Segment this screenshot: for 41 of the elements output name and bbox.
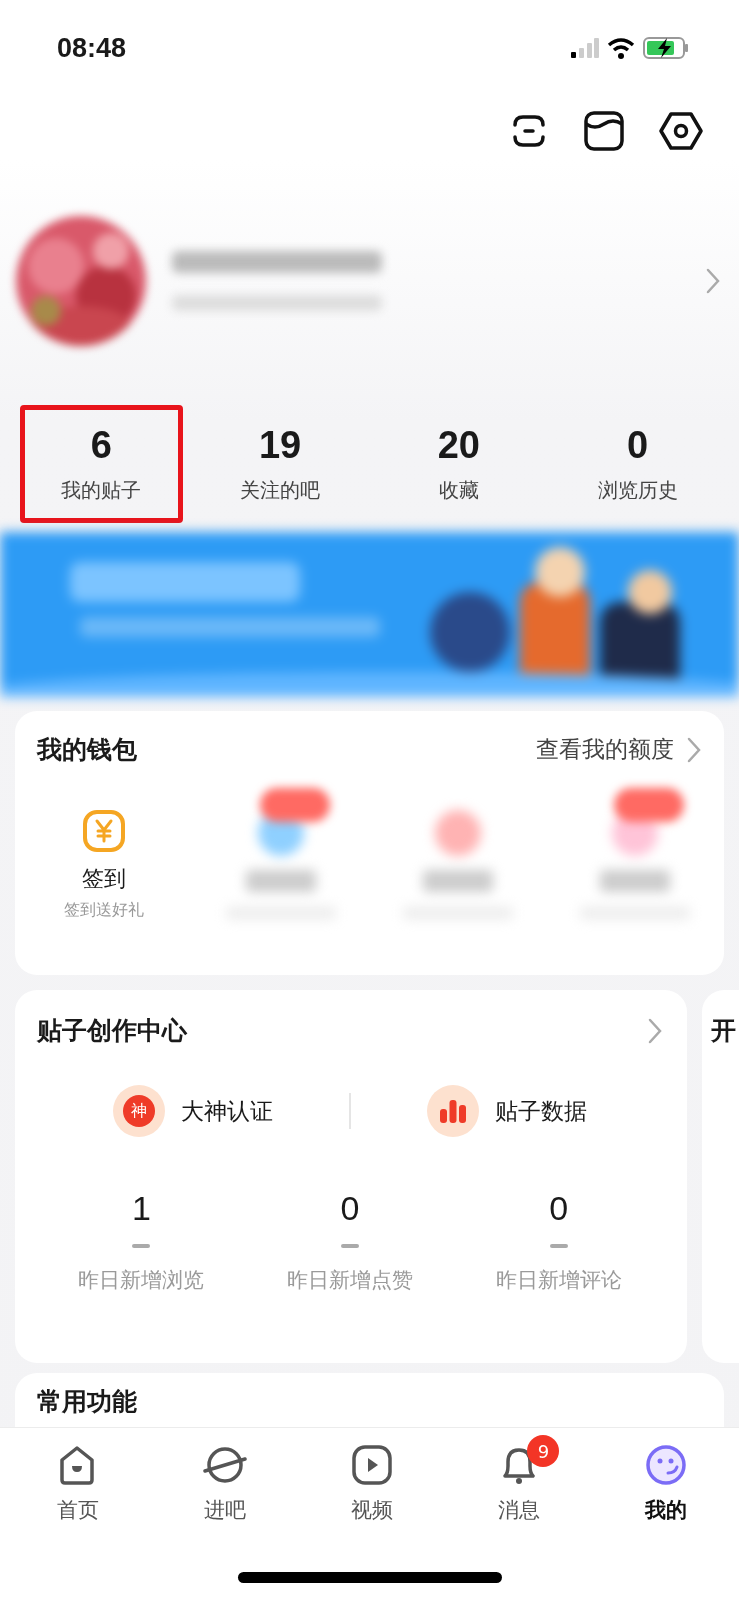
stat-label[interactable]: 浏览历史 [597, 477, 678, 504]
checkin-label[interactable]: 签到 [81, 864, 126, 894]
status-time: 08:48 [57, 32, 127, 64]
signal-icon [571, 38, 599, 58]
metric-value: 0 [549, 1189, 569, 1228]
smiley-icon [643, 1444, 688, 1486]
metric-label: 昨日新增评论 [495, 1267, 622, 1294]
metric-label: 昨日新增浏览 [78, 1267, 205, 1294]
shortcut-label[interactable]: 大神认证 [181, 1095, 273, 1127]
tab-item[interactable]: 视频 [298, 1428, 446, 1600]
stat-label[interactable]: 我的贴子 [61, 477, 142, 504]
tab-item[interactable]: 进吧 [151, 1428, 299, 1600]
card-title: 开 [711, 1016, 736, 1045]
card-title: 常用功能 [37, 1387, 137, 1416]
metric-value: 0 [340, 1189, 360, 1228]
bar-chart-icon [439, 1099, 467, 1123]
metric-value: 1 [131, 1189, 151, 1228]
yuan-icon [82, 810, 125, 852]
play-icon [350, 1444, 394, 1486]
notification-badge: 9 [527, 1435, 560, 1467]
battery-icon [643, 36, 689, 60]
box-icon[interactable] [583, 110, 625, 152]
tab-item[interactable]: 首页 [5, 1428, 152, 1600]
stat-count: 6 [90, 424, 112, 467]
settings-icon[interactable] [659, 111, 703, 151]
wifi-icon [607, 37, 635, 59]
stat-count: 0 [627, 424, 649, 467]
metric-label: 昨日新增点赞 [287, 1267, 413, 1294]
chevron-right-icon [686, 735, 702, 764]
stat-count: 20 [437, 424, 480, 467]
card-title: 贴子创作中心 [37, 1015, 187, 1047]
stat-label[interactable]: 收藏 [438, 477, 479, 504]
stat-count: 19 [259, 424, 302, 467]
badge-icon-text: 神 [123, 1095, 155, 1127]
tab-item[interactable]: 我的 [592, 1428, 739, 1600]
shortcut-label[interactable]: 贴子数据 [495, 1095, 587, 1127]
card-title: 我的钱包 [37, 734, 137, 766]
stat-label[interactable]: 关注的吧 [240, 477, 321, 504]
planet-icon [203, 1444, 248, 1486]
checkin-subtitle: 签到送好礼 [63, 900, 144, 921]
quota-link[interactable]: 查看我的额度 [536, 734, 702, 765]
